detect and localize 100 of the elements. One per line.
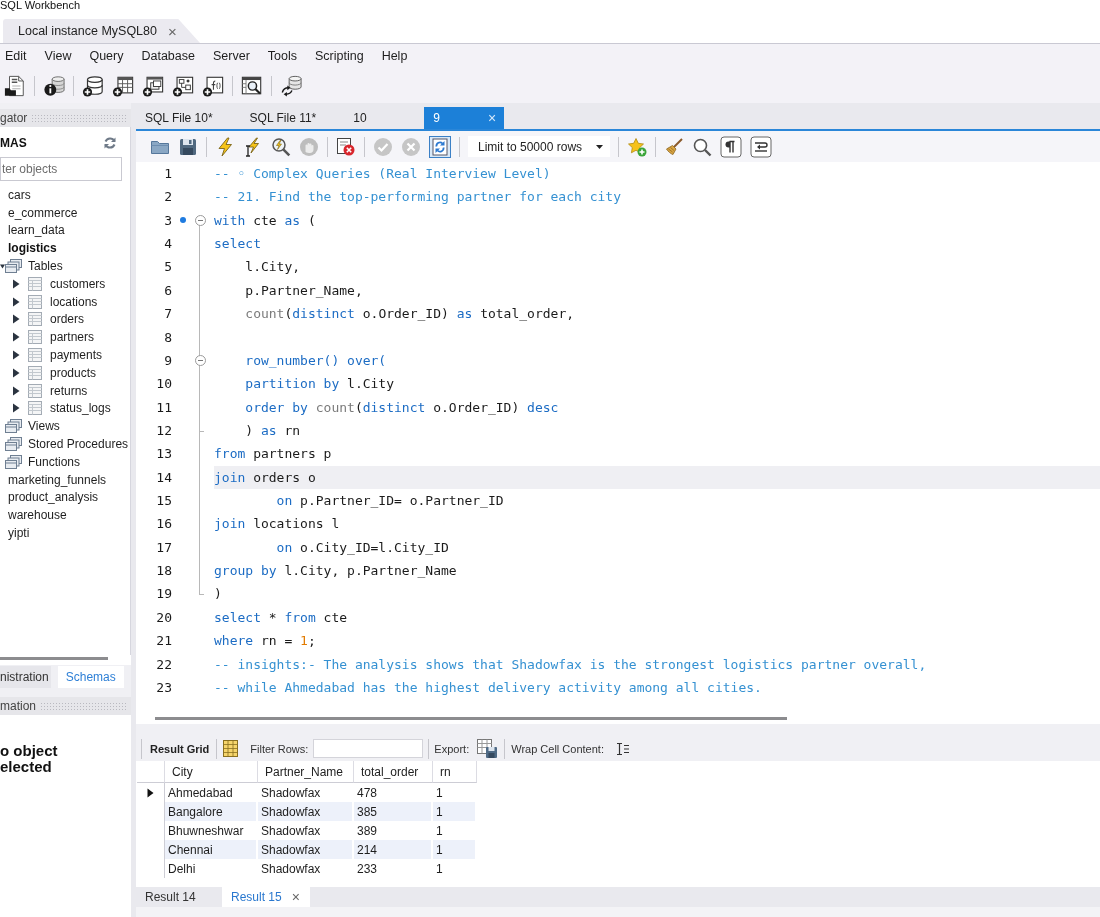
tree-item[interactable]: locations [50,294,98,309]
save-icon[interactable] [178,136,198,157]
line-number: 11 [155,398,173,417]
line-number: 17 [155,538,173,557]
tree-item[interactable]: partners [50,330,95,345]
database-arrows-icon[interactable] [280,74,302,97]
caret-icon[interactable] [12,367,20,378]
line-number: 14 [155,468,173,487]
caret-icon[interactable] [12,314,20,325]
scrollbar-thumb[interactable] [0,657,108,660]
close-button[interactable]: × [165,23,179,39]
tree-item[interactable]: yipti [8,526,30,541]
menu-item[interactable]: Help [381,49,408,63]
table-cell: 1 [433,840,477,859]
tree-item[interactable]: orders [50,312,84,327]
tree-item[interactable]: Stored Procedures [28,437,129,452]
caret-icon[interactable] [0,262,5,270]
table-search-icon[interactable] [241,74,263,97]
editor-tab[interactable]: 10 [344,107,425,129]
tree-item[interactable]: returns [50,383,88,398]
table-plus-icon[interactable] [112,74,134,97]
connection-tab[interactable]: Local instance MySQL80 × [3,19,200,43]
tree-item[interactable]: marketing_funnels [8,472,107,487]
scrollbar-thumb[interactable] [155,717,787,720]
table-cell: 385 [354,802,433,821]
limit-dropdown[interactable]: Limit to 50000 rows [468,136,610,157]
tree-item[interactable]: e_commerce [8,205,78,220]
wrap-text-icon[interactable] [615,741,630,756]
tree-item[interactable]: product_analysis [8,490,99,505]
editor-tab[interactable]: 9 × [424,107,505,129]
line-number: 20 [155,608,173,627]
sql-file-icon[interactable] [4,74,26,97]
folder-stack-icon [5,454,22,469]
fold-toggle-icon[interactable] [194,214,206,226]
tree-item[interactable]: Views [28,419,60,434]
folder-stack-icon [5,437,22,452]
tree-item[interactable]: status_logs [50,401,111,416]
magnifier-lightning-icon[interactable] [271,136,291,157]
tree-item[interactable]: logistics [8,241,57,256]
menu-item[interactable]: Database [141,49,195,63]
caret-icon[interactable] [12,385,20,396]
editor-tab[interactable]: SQL File 11* [240,107,345,129]
tree-item[interactable]: Tables [28,259,63,274]
broom-icon[interactable] [664,136,684,157]
fold-toggle-icon[interactable] [194,355,206,367]
diagram-plus-icon[interactable] [172,74,194,97]
database-plus-icon[interactable] [82,74,104,97]
check-circle-icon[interactable] [373,136,393,157]
result-tab[interactable]: Result 15 × [222,887,310,907]
function-plus-icon[interactable] [202,74,224,97]
close-button[interactable]: × [289,890,302,904]
caret-icon[interactable] [12,350,20,361]
tree-item[interactable]: products [50,365,97,380]
column-header[interactable]: City [165,761,258,783]
tree-item[interactable]: customers [50,276,106,291]
filter-rows-field[interactable] [313,739,424,758]
menu-item[interactable]: Scripting [315,49,364,63]
menu-item[interactable]: Edit [5,49,27,63]
windows-plus-icon[interactable] [142,74,164,97]
menu-item[interactable]: Query [89,49,124,63]
column-header[interactable]: rn [433,761,477,783]
panel-tab[interactable]: Schemas [57,666,124,688]
star-plus-icon[interactable] [627,136,647,157]
tree-item[interactable]: learn_data [8,223,65,238]
menu-item[interactable]: Server [213,49,250,63]
document-error-icon[interactable] [336,136,356,157]
menu-item[interactable]: View [44,49,72,63]
wrap-label: Wrap Cell Content: [511,742,604,755]
caret-icon[interactable] [12,296,20,307]
result-grid-toggle[interactable]: Result Grid [150,742,210,755]
editor-tab[interactable]: SQL File 10* [136,107,241,129]
table-icon [28,276,42,291]
column-header[interactable]: Partner_Name [258,761,354,783]
table-save-icon[interactable] [477,739,499,758]
column-header[interactable]: total_order [354,761,433,783]
code-line: ) as rn [244,421,302,440]
caret-icon[interactable] [12,332,20,343]
caret-icon[interactable] [12,278,20,289]
folder-stack-icon [5,259,22,274]
pilcrow-icon[interactable] [720,135,742,158]
line-number: 3 [163,211,173,230]
database-info-icon[interactable] [43,74,65,97]
caret-icon[interactable] [12,403,20,414]
tree-item[interactable]: warehouse [8,508,67,523]
table-icon [28,312,42,327]
search-icon[interactable] [692,136,712,157]
menu-item[interactable]: Tools [267,49,297,63]
tree-item[interactable]: cars [8,187,31,202]
table-icon [28,294,42,309]
result-tab[interactable]: Result 14 [137,887,222,907]
lightning-icon[interactable] [215,136,235,157]
refresh-icon[interactable] [103,136,117,150]
table-cell: Shadowfax [258,840,354,859]
panel-tab[interactable]: nistration [0,666,51,688]
filter-field[interactable]: ter objects [0,157,122,181]
form-grid-icon[interactable] [223,740,239,757]
refresh-toggle-icon[interactable] [429,135,451,158]
tree-item[interactable]: payments [50,348,103,363]
line-number: 13 [155,445,173,464]
tree-item[interactable]: Functions [28,454,81,469]
